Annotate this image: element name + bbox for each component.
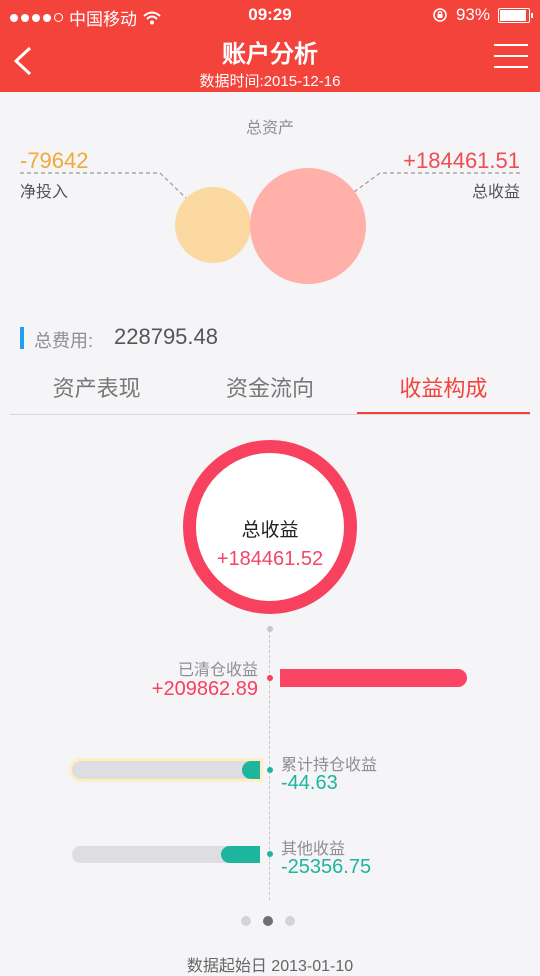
total-profit-ring: 总收益 +184461.52 bbox=[183, 440, 357, 614]
tab-asset-performance[interactable]: 资产表现 bbox=[10, 368, 183, 414]
holding-profit-bar-track bbox=[72, 761, 260, 779]
timeline-axis bbox=[269, 630, 270, 900]
ring-value: +184461.52 bbox=[216, 548, 324, 570]
closed-profit-value: +209862.89 bbox=[151, 678, 258, 700]
holding-profit-bar bbox=[242, 761, 260, 779]
total-fee-label: 总费用: bbox=[34, 331, 94, 351]
tab-bar: 资产表现 资金流向 收益构成 bbox=[10, 368, 530, 415]
axis-top-dot bbox=[267, 626, 273, 632]
page-dot-1[interactable] bbox=[241, 916, 251, 926]
closed-profit-bar bbox=[280, 669, 467, 687]
page-indicator[interactable] bbox=[241, 916, 295, 926]
tab-profit-composition[interactable]: 收益构成 bbox=[356, 368, 530, 414]
data-start-date: 数据起始日 2013-01-10 bbox=[186, 958, 354, 975]
other-profit-bar bbox=[221, 846, 260, 863]
axis-dot-other bbox=[267, 851, 273, 857]
total-profit-circle bbox=[250, 168, 366, 284]
page-dot-3[interactable] bbox=[285, 916, 295, 926]
other-profit-value: -25356.75 bbox=[281, 856, 372, 878]
holding-profit-value: -44.63 bbox=[281, 772, 338, 794]
tab-fund-flow[interactable]: 资金流向 bbox=[183, 368, 356, 414]
total-fee-value: 228795.48 bbox=[114, 324, 218, 349]
ring-title: 总收益 bbox=[241, 520, 299, 541]
fee-accent-bar bbox=[20, 327, 24, 349]
closed-profit-label: 已清仓收益 bbox=[177, 662, 258, 679]
net-investment-circle bbox=[175, 187, 251, 263]
page-dot-2[interactable] bbox=[263, 916, 273, 926]
axis-dot-holding bbox=[267, 767, 273, 773]
axis-dot-closed bbox=[267, 675, 273, 681]
